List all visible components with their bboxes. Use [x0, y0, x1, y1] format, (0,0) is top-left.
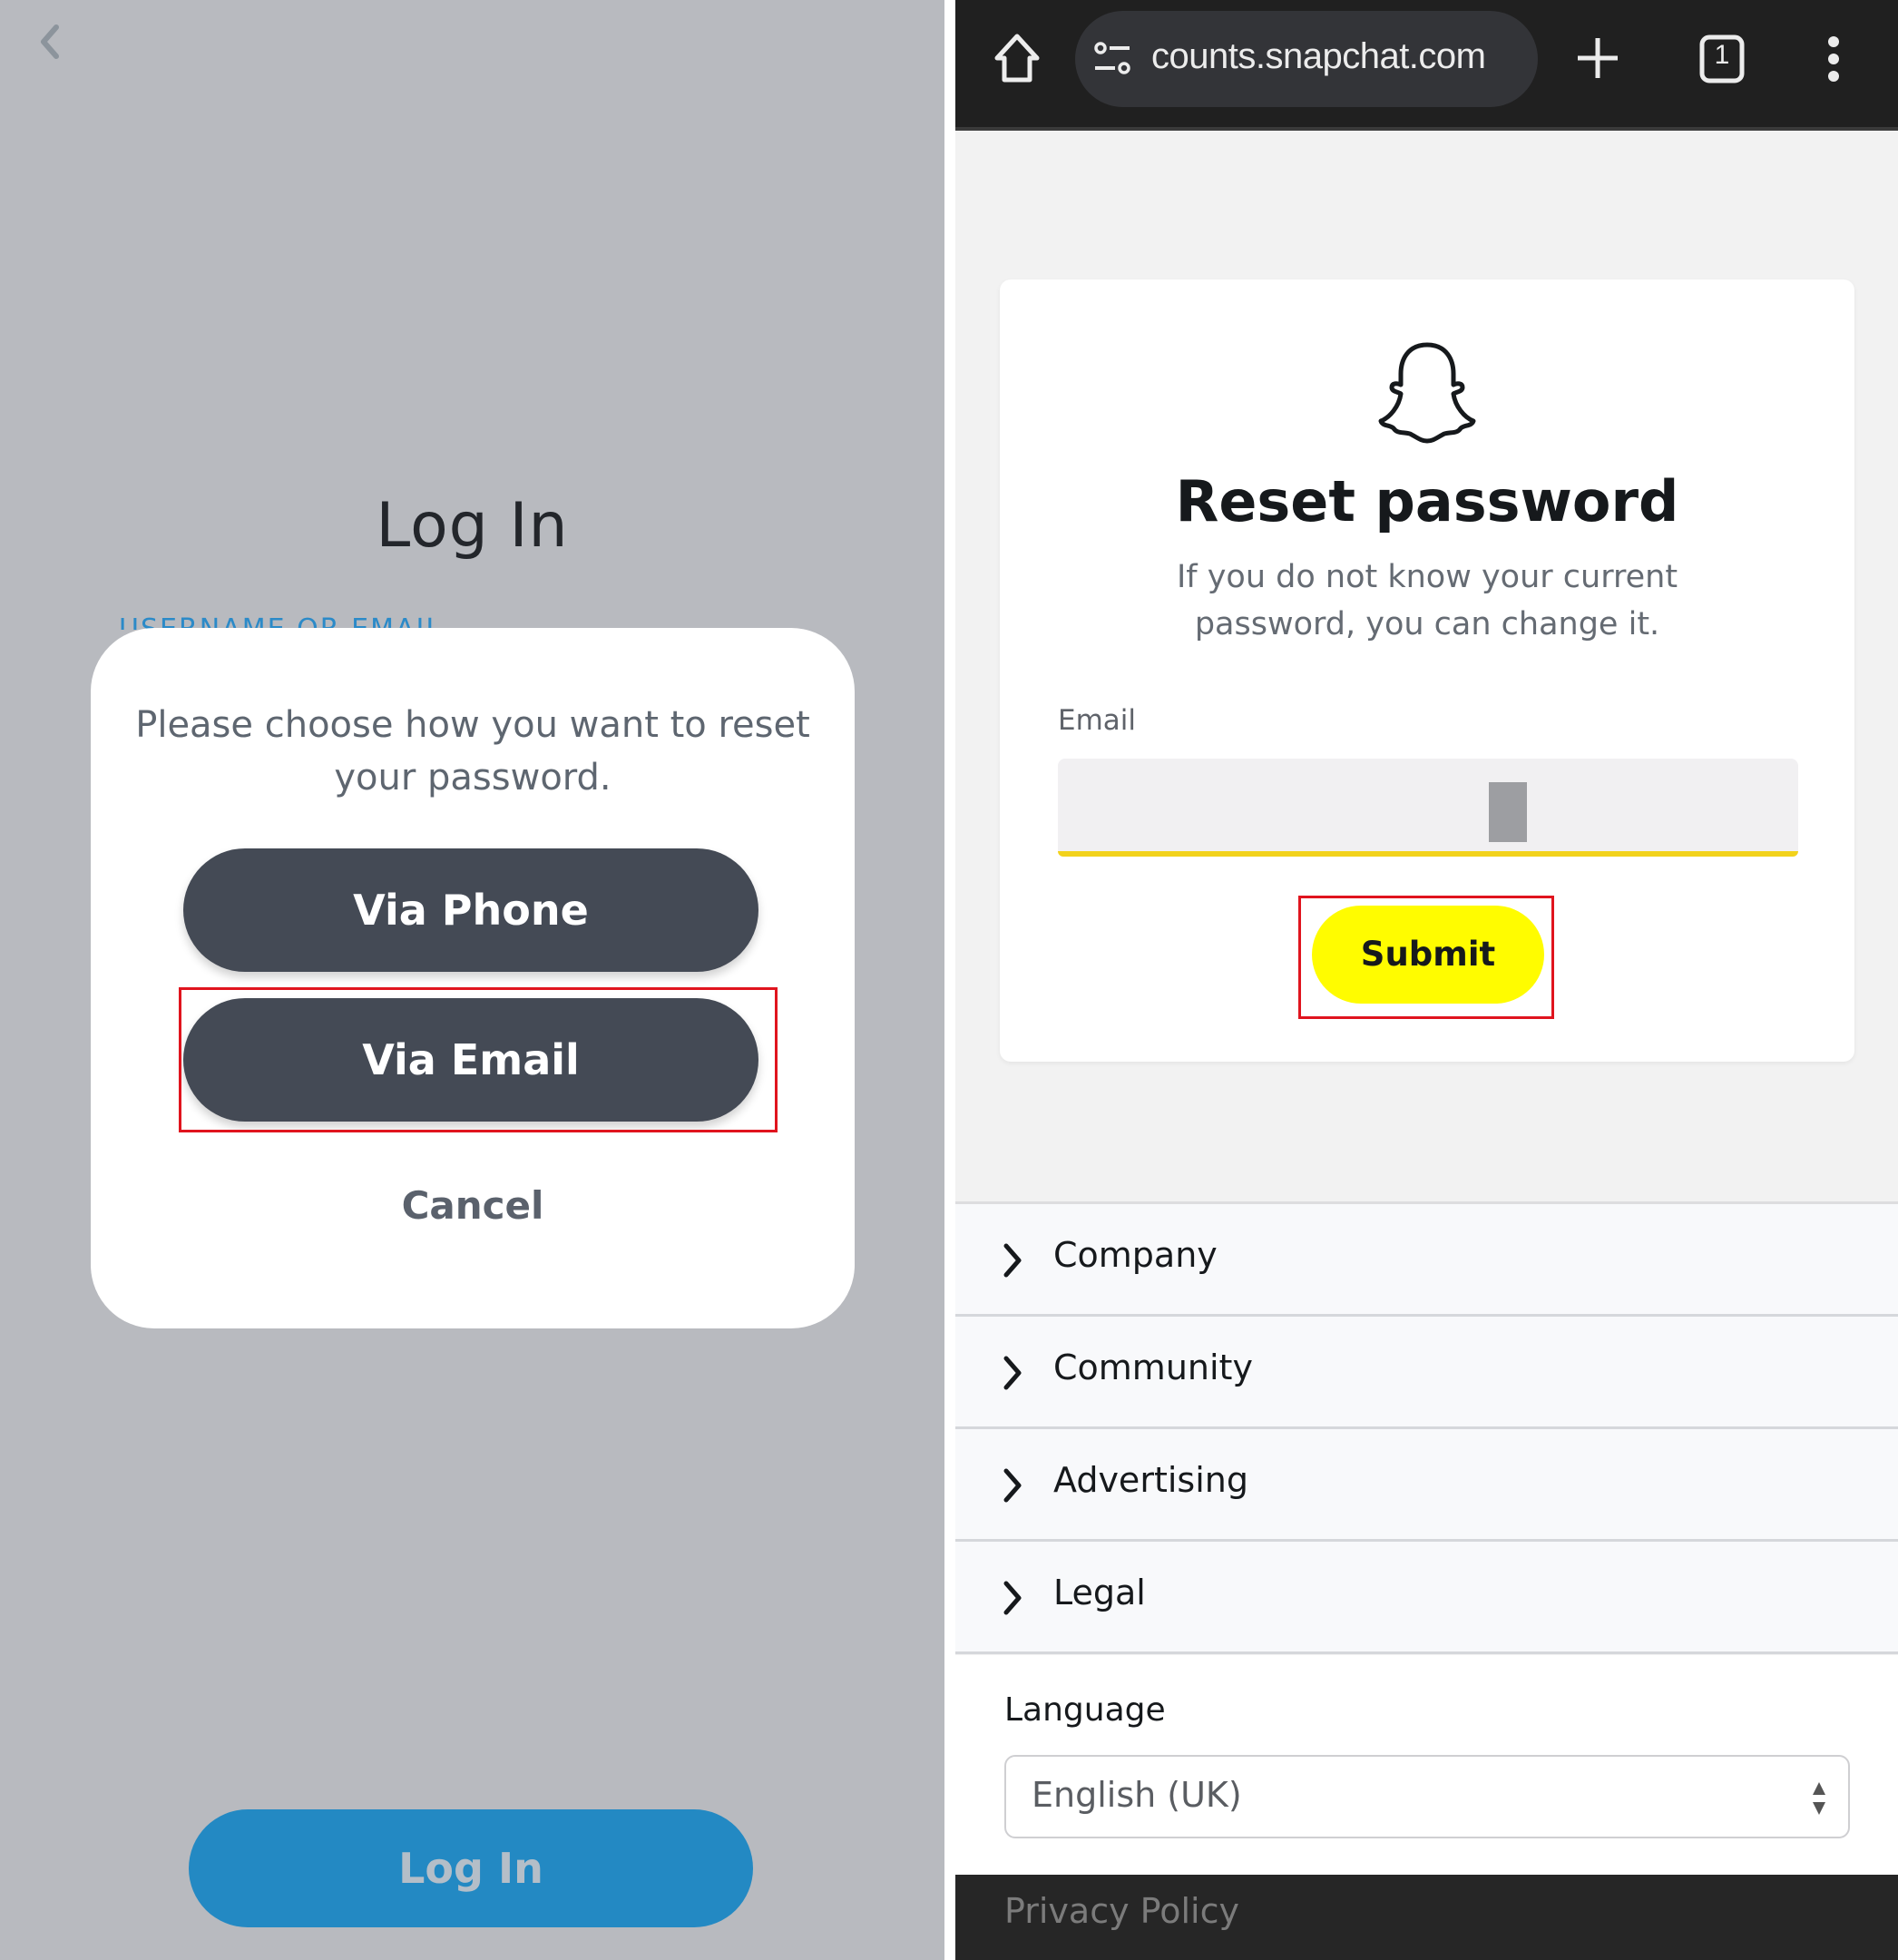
- language-select[interactable]: English (UK): [1004, 1755, 1850, 1838]
- language-selected-value: English (UK): [1032, 1775, 1242, 1815]
- text-cursor-redacted: [1489, 782, 1527, 842]
- site-settings-icon[interactable]: [1093, 41, 1133, 77]
- submit-button[interactable]: Submit: [1312, 906, 1544, 1004]
- address-bar[interactable]: counts.snapchat.com: [1075, 11, 1538, 107]
- via-phone-button[interactable]: Via Phone: [183, 848, 758, 972]
- left-phone-screen: Log In USERNAME OR EMAIL Please choose h…: [0, 0, 944, 1960]
- chevron-right-icon: [1003, 1356, 1022, 1390]
- login-button[interactable]: Log In: [189, 1809, 753, 1927]
- email-label: Email: [1058, 704, 1137, 737]
- via-email-button[interactable]: Via Email: [183, 998, 758, 1122]
- back-button[interactable]: [33, 16, 69, 67]
- card-title: Reset password: [1175, 468, 1679, 534]
- footer-item-company[interactable]: Company: [955, 1204, 1898, 1317]
- footer-item-label: Legal: [1053, 1573, 1146, 1612]
- tabs-icon[interactable]: 1: [1699, 34, 1745, 83]
- footer-item-community[interactable]: Community: [955, 1317, 1898, 1429]
- chevron-right-icon: [1003, 1468, 1022, 1503]
- snapchat-ghost-icon: [1372, 338, 1482, 448]
- username-field-label: USERNAME OR EMAIL: [119, 613, 444, 630]
- new-tab-icon[interactable]: [1576, 36, 1619, 80]
- tab-count: 1: [1714, 40, 1730, 70]
- language-label: Language: [1004, 1691, 1166, 1729]
- footer-item-label: Company: [1053, 1235, 1218, 1275]
- page-title: Log In: [376, 490, 569, 562]
- privacy-policy-link[interactable]: Privacy Policy: [1004, 1891, 1239, 1931]
- reset-password-card: Reset password If you do not know your c…: [1000, 279, 1854, 1062]
- browser-toolbar: counts.snapchat.com 1: [955, 0, 1898, 131]
- reset-method-dialog: Please choose how you want to reset your…: [91, 628, 855, 1328]
- footer-item-legal[interactable]: Legal: [955, 1542, 1898, 1654]
- url-text: counts.snapchat.com: [1151, 36, 1486, 76]
- dialog-message: Please choose how you want to reset your…: [135, 704, 810, 799]
- chevron-left-icon: [41, 24, 59, 59]
- select-arrows-icon: [1813, 1782, 1825, 1815]
- footer-item-advertising[interactable]: Advertising: [955, 1429, 1898, 1542]
- overflow-menu-icon[interactable]: [1825, 34, 1843, 83]
- home-icon[interactable]: [992, 31, 1042, 85]
- chevron-right-icon: [1003, 1243, 1022, 1278]
- chevron-right-icon: [1003, 1581, 1022, 1615]
- language-section: Language English (UK): [955, 1655, 1898, 1875]
- cancel-button[interactable]: Cancel: [91, 1183, 855, 1228]
- footer-item-label: Community: [1053, 1348, 1253, 1387]
- right-phone-screen: counts.snapchat.com 1 Reset password If …: [955, 0, 1898, 1960]
- footer-item-label: Advertising: [1053, 1460, 1248, 1500]
- email-input[interactable]: [1058, 759, 1798, 857]
- bottom-footer: Privacy Policy: [955, 1875, 1898, 1960]
- card-description: If you do not know your current password…: [1176, 559, 1678, 642]
- footer-nav: Company Community Advertising Legal: [955, 1201, 1898, 1654]
